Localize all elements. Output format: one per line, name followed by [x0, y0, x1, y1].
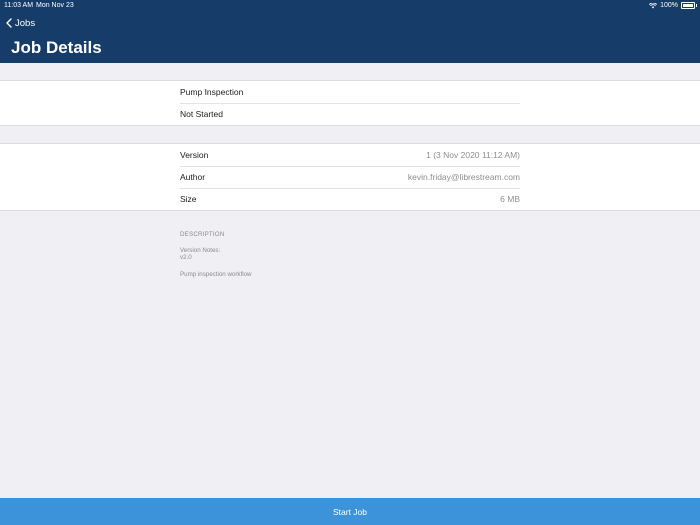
- version-notes-value: v2.0: [180, 254, 192, 261]
- back-button[interactable]: Jobs: [6, 16, 35, 30]
- version-row: Version 1 (3 Nov 2020 11:12 AM): [180, 144, 520, 166]
- description-text: Pump inspection workflow: [180, 270, 252, 278]
- size-row: Size 6 MB: [180, 188, 520, 210]
- battery-icon: [681, 2, 697, 9]
- job-name: Pump Inspection: [180, 87, 244, 97]
- job-details-group: Version 1 (3 Nov 2020 11:12 AM) Author k…: [0, 143, 700, 211]
- description-section: DESCRIPTION Version Notes: v2.0 Pump ins…: [180, 231, 520, 278]
- description-heading: DESCRIPTION: [180, 231, 225, 238]
- back-button-label: Jobs: [15, 17, 36, 29]
- version-notes-label: Version Notes:: [180, 246, 221, 254]
- status-time: 11:03 AM: [4, 2, 34, 9]
- status-indicators: 100%: [649, 0, 697, 11]
- chevron-left-icon: [6, 18, 12, 28]
- version-label: Version: [180, 150, 209, 160]
- job-status-row: Not Started: [180, 103, 520, 125]
- status-date: Mon Nov 23: [36, 2, 74, 9]
- wifi-icon: [649, 2, 658, 8]
- navigation-header: 11:03 AM Mon Nov 23 100% Jobs Job Detail…: [0, 0, 700, 63]
- job-status: Not Started: [180, 109, 223, 119]
- size-value: 6 MB: [500, 194, 520, 204]
- start-job-label: Start Job: [332, 506, 368, 517]
- version-value: 1 (3 Nov 2020 11:12 AM): [426, 150, 520, 160]
- job-name-row: Pump Inspection: [180, 81, 520, 103]
- size-label: Size: [180, 194, 197, 204]
- author-label: Author: [180, 172, 206, 182]
- battery-percentage: 100%: [660, 2, 678, 9]
- page-title: Job Details: [11, 38, 102, 57]
- author-value: kevin.friday@librestream.com: [407, 172, 520, 182]
- author-row: Author kevin.friday@librestream.com: [180, 166, 520, 188]
- job-summary-group: Pump Inspection Not Started: [0, 80, 700, 126]
- start-job-button[interactable]: Start Job: [0, 498, 700, 525]
- status-bar: 11:03 AM Mon Nov 23 100%: [0, 0, 700, 11]
